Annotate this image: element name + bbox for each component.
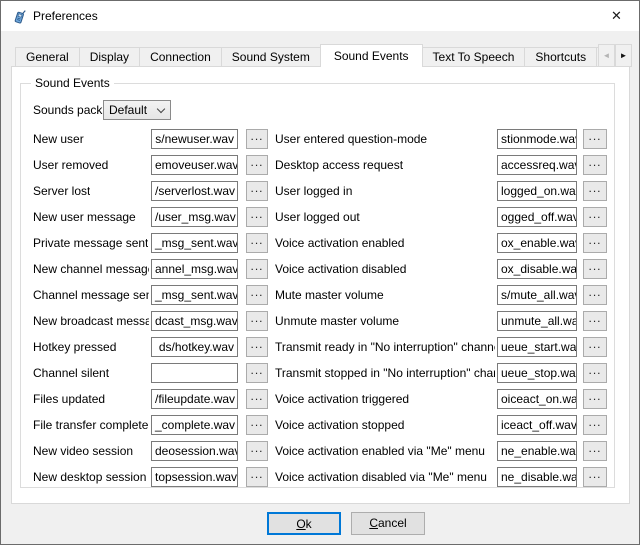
sound-file-input[interactable]: iceact_off.wav — [497, 415, 577, 435]
browse-button[interactable]: ... — [583, 363, 607, 383]
sound-file-input[interactable]: unmute_all.wav — [497, 311, 577, 331]
sound-event-row: Desktop access request accessreq.wav ... — [21, 155, 614, 175]
sound-event-label: Mute master volume — [275, 285, 384, 305]
browse-button[interactable]: ... — [583, 415, 607, 435]
chevron-down-icon — [157, 105, 165, 113]
sound-event-row: Voice activation disabled ox_disable.wav… — [21, 259, 614, 279]
sound-event-row: User logged in logged_on.wav ... — [21, 181, 614, 201]
sound-event-row: Voice activation disabled via "Me" menu … — [21, 467, 614, 487]
sounds-pack-select[interactable]: Default — [103, 100, 171, 120]
sound-file-input[interactable]: ne_enable.wav — [497, 441, 577, 461]
sounds-pack-value: Default — [109, 101, 147, 119]
tab-scroll-right-icon[interactable]: ► — [615, 44, 632, 67]
tab-sound-events[interactable]: Sound Events — [320, 44, 423, 67]
browse-button[interactable]: ... — [583, 467, 607, 487]
sound-event-label: User logged in — [275, 181, 352, 201]
sound-event-label: Desktop access request — [275, 155, 403, 175]
browse-button[interactable]: ... — [583, 311, 607, 331]
ok-button[interactable]: Ok — [267, 512, 341, 535]
sound-event-label: User entered question-mode — [275, 129, 427, 149]
sound-event-row: Mute master volume s/mute_all.wav ... — [21, 285, 614, 305]
sound-file-input[interactable]: ox_disable.wav — [497, 259, 577, 279]
sound-event-row: Transmit stopped in "No interruption" ch… — [21, 363, 614, 383]
sound-file-input[interactable]: ogged_off.wav — [497, 207, 577, 227]
tab-general[interactable]: General — [15, 47, 80, 67]
sound-file-input[interactable]: s/mute_all.wav — [497, 285, 577, 305]
tab-display[interactable]: Display — [79, 47, 140, 67]
browse-button[interactable]: ... — [583, 155, 607, 175]
sound-event-row: Transmit ready in "No interruption" chan… — [21, 337, 614, 357]
browse-button[interactable]: ... — [583, 259, 607, 279]
sound-event-row: User logged out ogged_off.wav ... — [21, 207, 614, 227]
browse-button[interactable]: ... — [583, 233, 607, 253]
sound-event-label: Voice activation enabled — [275, 233, 404, 253]
close-icon[interactable]: ✕ — [594, 1, 639, 30]
sound-event-label: Voice activation disabled — [275, 259, 406, 279]
sound-file-input[interactable]: ox_enable.wav — [497, 233, 577, 253]
sound-event-label: User logged out — [275, 207, 360, 227]
sound-event-row: Unmute master volume unmute_all.wav ... — [21, 311, 614, 331]
sound-events-page: Sound Events Sounds pack Default New use… — [11, 66, 630, 504]
sound-event-row: User entered question-mode stionmode.wav… — [21, 129, 614, 149]
sound-file-input[interactable]: logged_on.wav — [497, 181, 577, 201]
sound-event-label: Voice activation disabled via "Me" menu — [275, 467, 487, 487]
sound-event-label: Voice activation stopped — [275, 415, 404, 435]
preferences-dialog: Preferences ✕ GeneralDisplayConnectionSo… — [0, 0, 640, 545]
sound-file-input[interactable]: stionmode.wav — [497, 129, 577, 149]
browse-button[interactable]: ... — [583, 337, 607, 357]
sound-event-label: Transmit stopped in "No interruption" ch… — [275, 363, 495, 383]
cancel-button[interactable]: Cancel — [351, 512, 425, 535]
browse-button[interactable]: ... — [583, 181, 607, 201]
sound-event-label: Voice activation enabled via "Me" menu — [275, 441, 485, 461]
sound-events-groupbox: Sound Events Sounds pack Default New use… — [20, 83, 615, 488]
groupbox-title: Sound Events — [31, 76, 114, 91]
sound-event-row: Voice activation enabled via "Me" menu n… — [21, 441, 614, 461]
browse-button[interactable]: ... — [583, 389, 607, 409]
tab-scroll-left-icon[interactable]: ◄ — [598, 44, 615, 67]
window-title: Preferences — [33, 1, 98, 31]
tab-connection[interactable]: Connection — [139, 47, 222, 67]
sounds-pack-label: Sounds pack — [33, 100, 102, 120]
sound-event-label: Transmit ready in "No interruption" chan… — [275, 337, 495, 357]
title-bar: Preferences ✕ — [1, 1, 639, 31]
browse-button[interactable]: ... — [583, 129, 607, 149]
tab-sound-system[interactable]: Sound System — [221, 47, 321, 67]
browse-button[interactable]: ... — [583, 285, 607, 305]
tab-text-to-speech[interactable]: Text To Speech — [422, 47, 526, 67]
sound-file-input[interactable]: accessreq.wav — [497, 155, 577, 175]
tab-shortcuts[interactable]: Shortcuts — [524, 47, 597, 67]
sound-file-input[interactable]: ueue_start.wav — [497, 337, 577, 357]
sound-event-label: Voice activation triggered — [275, 389, 409, 409]
sound-event-row: Voice activation stopped iceact_off.wav … — [21, 415, 614, 435]
tab-strip: GeneralDisplayConnectionSound SystemSoun… — [11, 44, 631, 67]
sound-file-input[interactable]: ueue_stop.wav — [497, 363, 577, 383]
browse-button[interactable]: ... — [583, 441, 607, 461]
sound-file-input[interactable]: ne_disable.wav — [497, 467, 577, 487]
browse-button[interactable]: ... — [583, 207, 607, 227]
sound-file-input[interactable]: oiceact_on.wav — [497, 389, 577, 409]
app-icon — [11, 8, 27, 24]
sound-event-row: Voice activation triggered oiceact_on.wa… — [21, 389, 614, 409]
sound-event-row: Voice activation enabled ox_enable.wav .… — [21, 233, 614, 253]
sound-event-label: Unmute master volume — [275, 311, 399, 331]
